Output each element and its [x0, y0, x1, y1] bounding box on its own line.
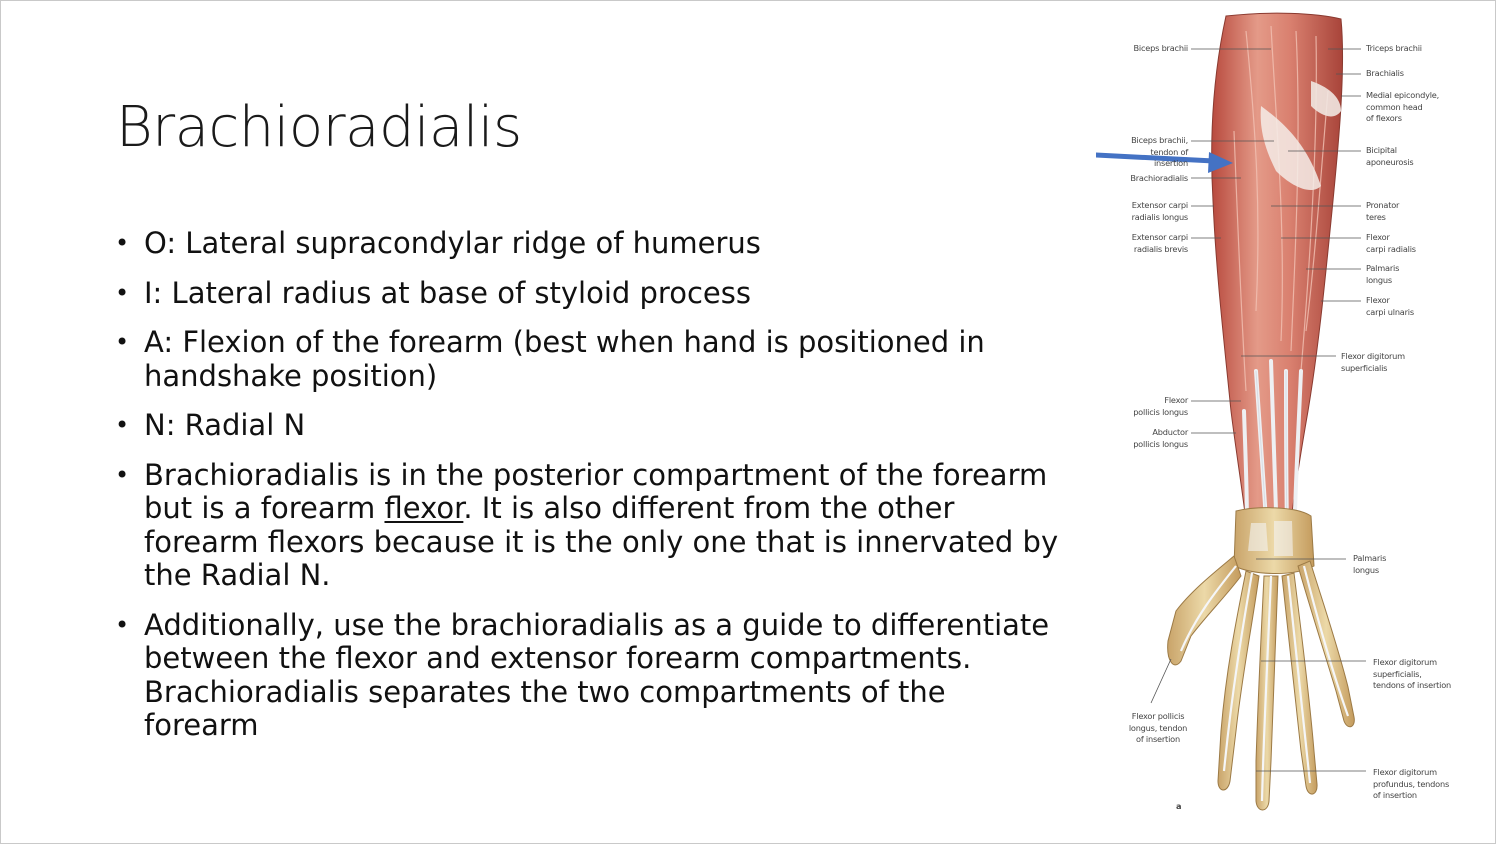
bullet-origin: • O: Lateral supracondylar ridge of humer… — [113, 226, 1063, 261]
slide-title: Brachioradialis — [116, 95, 522, 160]
label-brachialis: Brachialis — [1366, 68, 1404, 78]
bullet-guide: • Additionally, use the brachioradialis a… — [113, 607, 1063, 743]
bullet-text: I: Lateral radius at base of styloid pro… — [144, 275, 751, 310]
bullet-compartment: • Brachioradialis is in the posterior com… — [113, 458, 1063, 593]
label-palmaris-longus: Palmaris longus — [1366, 263, 1400, 285]
label-triceps-brachii: Triceps brachii — [1366, 43, 1422, 53]
label-fpl-tendon: Flexor pollicis longus, tendon of insert… — [1128, 711, 1188, 744]
forearm-anatomy-figure: Biceps brachii Biceps brachii, tendon of… — [1096, 11, 1491, 831]
bullet-insertion: • I: Lateral radius at base of styloid pr… — [113, 275, 1063, 311]
bullet-marker: • — [115, 278, 130, 307]
bullet-text: O: Lateral supracondylar ridge of humeru… — [144, 226, 761, 260]
bullet-action: • A: Flexion of the forearm (best when ha… — [113, 325, 1063, 393]
bullet-nerve: • N: Radial N — [113, 408, 1063, 443]
label-fcr: Flexor carpi radialis — [1366, 232, 1416, 254]
label-palmaris-longus-wrist: Palmaris longus — [1353, 553, 1387, 575]
bullet-list: • O: Lateral supracondylar ridge of humer… — [113, 226, 1063, 759]
label-pronator-teres: Pronator teres — [1366, 200, 1400, 222]
label-ecr-longus: Extensor carpi radialis longus — [1131, 200, 1189, 222]
label-fds-tendons: Flexor digitorum superficialis, tendons … — [1373, 657, 1452, 690]
label-bicipital-aponeurosis: Bicipital aponeurosis — [1366, 145, 1414, 167]
bullet-text: N: Radial N — [144, 408, 306, 442]
bullet-text: A: Flexion of the forearm (best when han… — [144, 325, 985, 393]
slide: Brachioradialis • O: Lateral supracondyla… — [0, 0, 1496, 844]
label-fcu: Flexor carpi ulnaris — [1366, 295, 1414, 317]
bullet-marker: • — [115, 328, 130, 356]
label-fdp-tendons: Flexor digitorum profundus, tendons of i… — [1373, 767, 1450, 800]
panel-letter: a — [1176, 801, 1182, 811]
bullet-marker: • — [115, 229, 130, 257]
forearm-illustration — [1096, 12, 1366, 811]
label-brachioradialis: Brachioradialis — [1130, 173, 1188, 183]
label-apl: Abductor pollicis longus — [1133, 427, 1188, 449]
label-medial-epicondyle: Medial epicondyle, common head of flexor… — [1366, 90, 1440, 123]
bullet-marker: • — [115, 460, 130, 489]
label-fds: Flexor digitorum superficialis — [1341, 351, 1405, 373]
bullet-text: Additionally, use the brachioradialis as… — [144, 607, 1050, 742]
label-biceps-tendon: Biceps brachii, tendon of insertion — [1131, 135, 1188, 168]
bullet-marker: • — [115, 411, 130, 439]
label-ecr-brevis: Extensor carpi radialis brevis — [1131, 232, 1188, 254]
bullet-marker: • — [115, 610, 130, 639]
underlined-term: flexor — [384, 491, 464, 525]
label-fpl: Flexor pollicis longus — [1133, 395, 1188, 417]
label-biceps-brachii: Biceps brachii — [1133, 43, 1188, 53]
